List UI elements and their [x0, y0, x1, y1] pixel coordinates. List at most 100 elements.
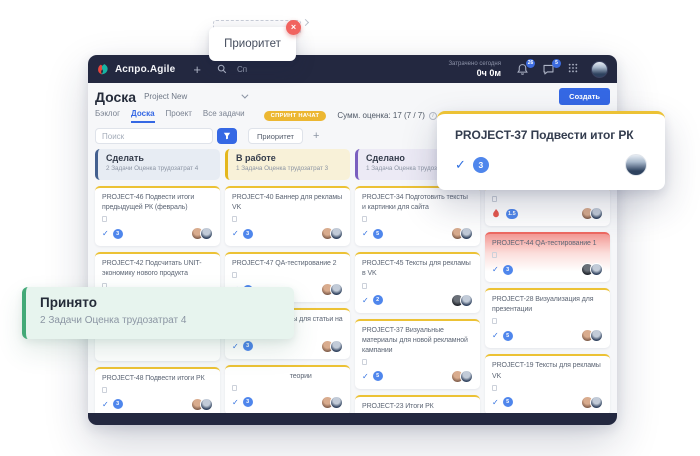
assignee-avatars	[581, 263, 603, 277]
avatar	[590, 207, 603, 220]
task-card-footer: ✓ 3	[232, 395, 343, 409]
filter-button[interactable]	[217, 128, 237, 144]
assignee-avatars	[321, 227, 343, 241]
add-filter-button[interactable]: +	[313, 130, 319, 142]
task-card[interactable]: PROJECT-46 Подвести итоги предыдущей РК …	[95, 186, 220, 247]
close-icon[interactable]: ×	[286, 20, 301, 35]
estimate-badge: 5	[372, 371, 383, 382]
messages-button[interactable]: 5	[542, 58, 561, 76]
chevron-down-icon[interactable]	[241, 91, 249, 99]
info-icon[interactable]: i	[428, 111, 437, 120]
task-card[interactable]: PROJECT-44 QA-тестирование 1 ✓ 3	[485, 232, 610, 283]
accepted-column-card[interactable]: Принято 2 Задачи Оценка трудозатрат 4	[22, 287, 294, 339]
top-bar: Аспро.Agile + Сп Затрачено сегодня 0ч 0м…	[88, 55, 617, 83]
task-card-title: PROJECT-28 Визуализация для презентации	[492, 296, 594, 314]
avatar	[330, 283, 343, 297]
task-card-footer: ✓ 3	[232, 227, 343, 241]
tab-Все задачи[interactable]: Все задачи	[203, 109, 245, 123]
column-header: В работе 1 Задача Оценка трудозатрат 3	[225, 149, 350, 180]
task-card-footer: ✓ 3	[102, 397, 213, 411]
task-card-footer: ✓ 5	[492, 395, 603, 409]
task-card-title: PROJECT-42 Подсчитать UNIT-экономику нов…	[102, 260, 202, 278]
add-icon[interactable]: +	[193, 63, 201, 76]
create-button[interactable]: Создать	[559, 88, 610, 105]
chevron-right-icon[interactable]	[301, 18, 310, 27]
document-icon	[102, 216, 107, 223]
dragged-task-footer: ✓ 3	[455, 154, 647, 176]
task-card-title: PROJECT-37 Визуальные материалы для ново…	[362, 326, 468, 354]
avatar	[330, 227, 343, 241]
page: Аспро.Agile + Сп Затрачено сегодня 0ч 0м…	[0, 0, 700, 456]
tab-Доска[interactable]: Доска	[131, 109, 155, 123]
avatar	[200, 397, 213, 411]
task-card[interactable]: PROJECT-19 Тексты для рекламы VK ✓ 5	[485, 354, 610, 413]
project-selector[interactable]: Project New	[144, 92, 187, 101]
assignee-avatar	[625, 154, 647, 176]
sprint-selector-label[interactable]: Сп	[237, 65, 247, 74]
avatar	[590, 395, 603, 409]
estimate-badge: 3	[242, 341, 253, 352]
grid-icon	[568, 63, 578, 73]
assignee-avatars	[191, 227, 213, 241]
avatar	[590, 263, 603, 277]
avatar	[460, 293, 473, 307]
estimate-badge: 5	[502, 397, 513, 408]
document-icon	[232, 272, 237, 279]
task-card-footer: ✓ 5	[362, 369, 473, 383]
document-icon	[492, 196, 497, 202]
page-title: Доска	[95, 88, 137, 105]
score-summary: Сумм. оценка: 17 (7 / 7) i	[337, 111, 437, 120]
assignee-avatars	[321, 339, 343, 353]
dragged-task-card[interactable]: PROJECT-37 Подвести итог РК ✓ 3	[437, 111, 665, 190]
document-icon	[492, 318, 497, 325]
assignee-avatars	[321, 395, 343, 409]
task-card[interactable]: PROJECT-34 Подготовить тексты и картинки…	[355, 186, 480, 247]
document-icon	[362, 216, 367, 223]
checkmark-icon: ✓	[362, 295, 369, 305]
column-title: В работе	[236, 153, 276, 163]
task-card[interactable]: PROJECT-23 Итоги РК✓5	[355, 394, 480, 413]
kanban-column-1: Сделать 2 Задачи Оценка трудозатрат 4 PROJ…	[95, 149, 220, 413]
user-avatar[interactable]	[591, 60, 608, 78]
avatar	[460, 227, 473, 241]
task-card[interactable]: 1.5	[485, 186, 610, 226]
tab-Проект[interactable]: Проект	[166, 109, 192, 123]
document-icon	[232, 216, 237, 223]
document-icon	[492, 384, 497, 391]
score-summary-text: Сумм. оценка: 17 (7 / 7)	[337, 111, 425, 120]
task-card[interactable]: PROJECT-37 Визуальные материалы для ново…	[355, 318, 480, 389]
task-card-footer: 1.5	[492, 207, 603, 220]
apps-grid-button[interactable]	[568, 60, 578, 78]
task-card[interactable]: PROJECT-28 Визуализация для презентации ✓…	[485, 288, 610, 349]
notifications-button[interactable]: 26	[516, 58, 535, 76]
estimate-badge: 3	[502, 264, 513, 275]
task-card[interactable]: PROJECT-48 Подвести итоги РК ✓ 3	[95, 366, 220, 413]
priority-tooltip-label: Приоритет	[224, 38, 281, 50]
column-subtitle: 1 Задача Оценка трудозатрат 3	[236, 165, 329, 172]
task-card-footer: ✓2	[362, 293, 473, 307]
task-card[interactable]: PROJECT-40 Баннер для рекламы VK ✓ 3	[225, 186, 350, 247]
checkmark-icon: ✓	[232, 229, 239, 239]
dragged-task-badge: 3	[472, 157, 489, 173]
checkmark-icon: ✓	[102, 399, 109, 409]
priority-filter-chip[interactable]: Приоритет	[248, 128, 303, 144]
task-card-footer: ✓ 3	[492, 263, 603, 277]
search-icon[interactable]	[217, 64, 227, 74]
checkmark-icon: ✓	[362, 371, 369, 381]
task-card[interactable]: теории ✓ 3	[225, 364, 350, 413]
task-card-title: PROJECT-19 Тексты для рекламы VK	[492, 362, 601, 380]
accepted-title: Принято	[40, 295, 97, 310]
task-card-title: PROJECT-23 Итоги РК	[362, 402, 434, 410]
task-card-footer: ✓ 3	[102, 227, 213, 241]
avatar	[330, 339, 343, 353]
app-logo[interactable]: Аспро.Agile	[97, 63, 175, 76]
estimate-badge: 1.5	[506, 208, 518, 219]
task-card[interactable]: PROJECT-45 Тексты для рекламы в VK ✓ 2	[355, 252, 480, 313]
assignee-avatars	[581, 329, 603, 343]
document-icon	[362, 358, 367, 365]
tab-Бэклог[interactable]: Бэклог	[95, 109, 120, 123]
checkmark-icon: ✓	[492, 331, 499, 341]
search-input[interactable]	[95, 128, 213, 144]
checkmark-icon: ✓	[492, 397, 499, 407]
checkmark-icon: ✓	[232, 397, 239, 407]
